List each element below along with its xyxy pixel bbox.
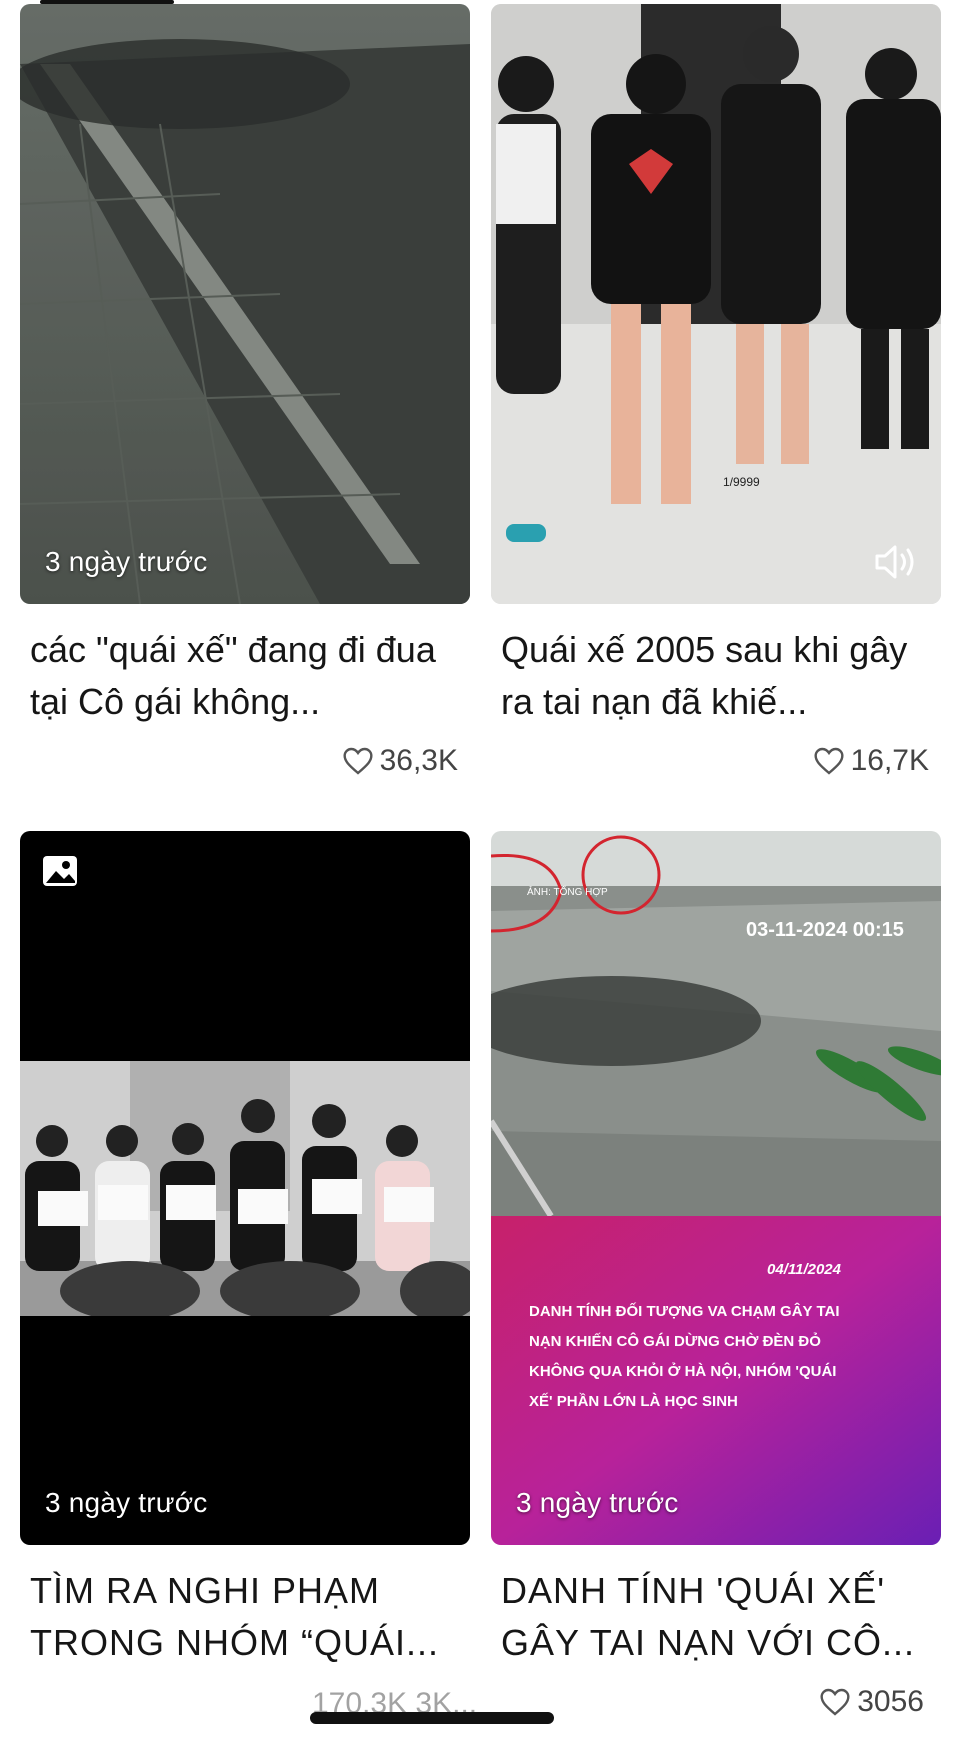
video-thumbnail[interactable]: ẢNH: TỔNG HỢP 03-11-2024 00:15 04/11/202… <box>491 831 941 1545</box>
overlay-source: ẢNH: TỔNG HỢP <box>527 887 608 898</box>
photo-thumbnail[interactable]: 3 ngày trước <box>20 831 470 1545</box>
overlay-date: 04/11/2024 <box>767 1261 841 1278</box>
group-photo-image <box>20 1061 470 1316</box>
overlay-timestamp: 03-11-2024 00:15 <box>746 919 904 941</box>
image-icon <box>43 856 77 886</box>
like-count[interactable]: 3056 <box>819 1685 924 1719</box>
video-title[interactable]: DANH TÍNH 'QUÁI XẾ' GÂY TAI NẠN VỚI CÔ..… <box>501 1565 931 1669</box>
photo-card[interactable]: 3 ngày trước TÌM RA NGHI PHẠM TRONG NHÓM… <box>20 0 470 1737</box>
home-indicator[interactable] <box>310 1712 554 1724</box>
like-count-text: 3056 <box>857 1685 924 1718</box>
photo-title[interactable]: TÌM RA NGHI PHẠM TRONG NHÓM “QUÁI... <box>30 1565 460 1669</box>
post-time: 3 ngày trước <box>45 1487 208 1518</box>
video-card[interactable]: ẢNH: TỔNG HỢP 03-11-2024 00:15 04/11/202… <box>491 0 941 1737</box>
post-time: 3 ngày trước <box>516 1487 679 1518</box>
overlay-caption: DANH TÍNH ĐỐI TƯỢNG VA CHẠM GÂY TAI NẠN … <box>529 1303 840 1410</box>
heart-icon <box>820 1688 850 1716</box>
